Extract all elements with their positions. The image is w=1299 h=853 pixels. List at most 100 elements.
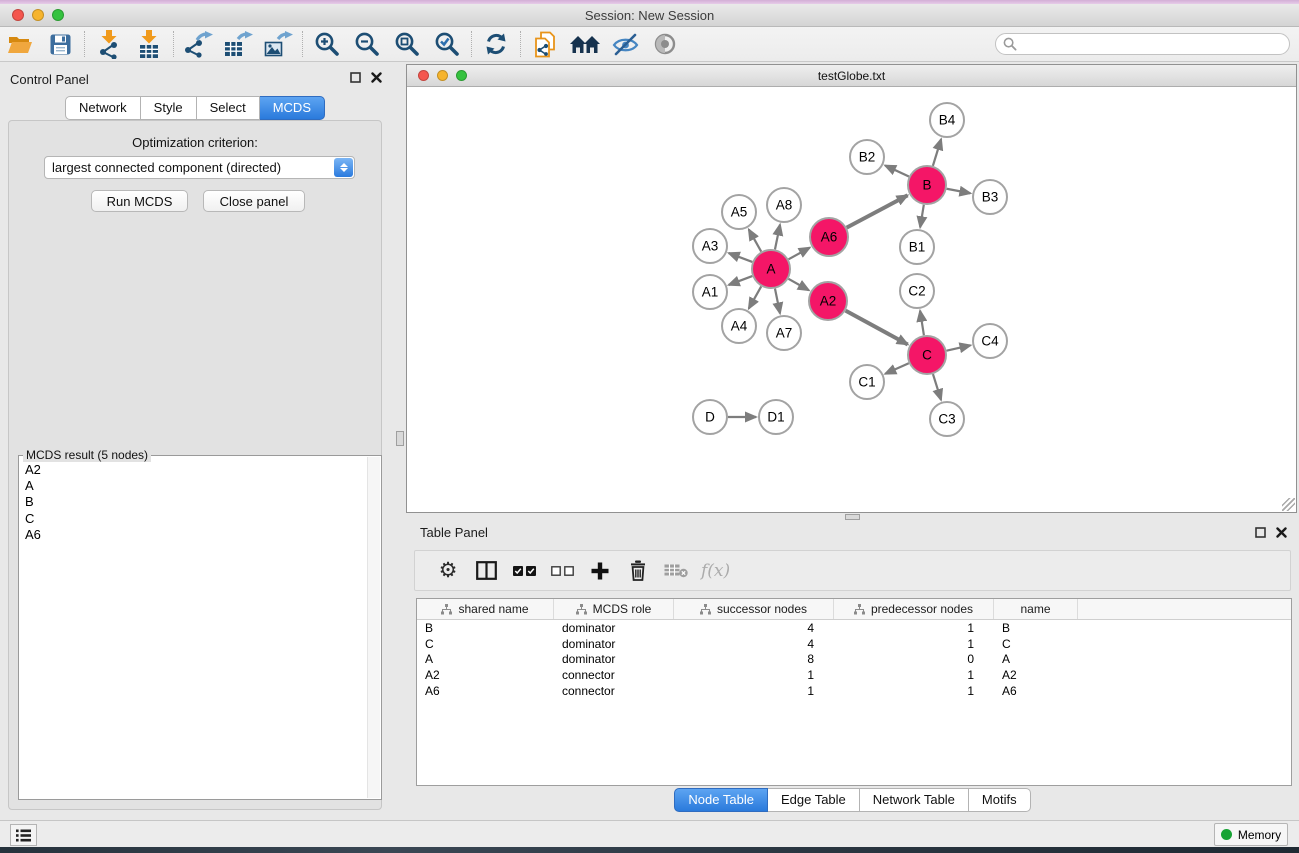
table-cell: connector bbox=[554, 683, 674, 699]
graph-node[interactable]: A4 bbox=[722, 309, 756, 343]
scrollbar-track[interactable] bbox=[367, 457, 380, 798]
graph-node[interactable]: C bbox=[908, 336, 946, 374]
graph-node[interactable]: B3 bbox=[973, 180, 1007, 214]
network-window-titlebar[interactable]: testGlobe.txt bbox=[407, 65, 1296, 87]
graph-node[interactable]: C1 bbox=[850, 365, 884, 399]
graph-node[interactable]: B1 bbox=[900, 230, 934, 264]
export-table-button[interactable] bbox=[218, 29, 258, 60]
tab-network[interactable]: Network bbox=[65, 96, 141, 120]
search-field[interactable] bbox=[995, 33, 1290, 55]
list-item[interactable]: B bbox=[25, 494, 366, 510]
deselect-all-button[interactable] bbox=[543, 554, 581, 588]
graph-node[interactable]: A bbox=[752, 250, 790, 288]
graph-node[interactable]: A1 bbox=[693, 275, 727, 309]
column-type-icon bbox=[854, 604, 865, 615]
graph-node[interactable]: A5 bbox=[722, 195, 756, 229]
close-panel-button[interactable]: Close panel bbox=[203, 190, 305, 212]
table-row[interactable]: Cdominator41C bbox=[417, 636, 1291, 652]
list-item[interactable]: A2 bbox=[25, 462, 366, 478]
tab-edge-table[interactable]: Edge Table bbox=[768, 788, 860, 812]
table-row[interactable]: A6connector11A6 bbox=[417, 683, 1291, 699]
zoom-fit-icon bbox=[394, 31, 420, 57]
run-mcds-button[interactable]: Run MCDS bbox=[91, 190, 188, 212]
column-header[interactable]: name bbox=[994, 599, 1078, 619]
import-network-button[interactable] bbox=[89, 29, 129, 60]
network-graph[interactable]: B4 B2 B B3 A5 A8 A6 B1 A3 A A1 C2 A2 A4 A7 C C4 C1 C3 D D1 bbox=[407, 87, 1296, 512]
export-network-button[interactable] bbox=[178, 29, 218, 60]
list-item[interactable]: A6 bbox=[25, 527, 366, 543]
select-all-button[interactable] bbox=[505, 554, 543, 588]
graph-node[interactable]: A6 bbox=[810, 218, 848, 256]
graph-node[interactable]: A8 bbox=[767, 188, 801, 222]
show-graphics-details-button[interactable] bbox=[645, 29, 685, 60]
tab-style[interactable]: Style bbox=[141, 96, 197, 120]
network-view-window[interactable]: testGlobe.txt B4 B2 B B3 A5 A8 A6 B1 A3 A A1 C2 A2 A4… bbox=[406, 64, 1297, 513]
column-visibility-button[interactable] bbox=[467, 554, 505, 588]
graph-node[interactable]: D1 bbox=[759, 400, 793, 434]
resize-grip-icon[interactable] bbox=[1282, 498, 1295, 511]
hide-graphics-details-button[interactable] bbox=[605, 29, 645, 60]
graph-node[interactable]: C4 bbox=[973, 324, 1007, 358]
tab-node-table[interactable]: Node Table bbox=[674, 788, 768, 812]
svg-text:C4: C4 bbox=[981, 334, 999, 349]
tab-network-table[interactable]: Network Table bbox=[860, 788, 969, 812]
graph-node[interactable]: C2 bbox=[900, 274, 934, 308]
tab-motifs[interactable]: Motifs bbox=[969, 788, 1031, 812]
main-titlebar[interactable]: Session: New Session bbox=[0, 4, 1299, 27]
table-cell: C bbox=[994, 636, 1078, 652]
delete-column-button[interactable] bbox=[619, 554, 657, 588]
close-panel-icon[interactable] bbox=[1276, 527, 1287, 538]
graph-node[interactable]: A7 bbox=[767, 316, 801, 350]
refresh-view-button[interactable] bbox=[476, 29, 516, 60]
close-panel-icon[interactable] bbox=[371, 72, 382, 83]
float-panel-icon[interactable] bbox=[1255, 527, 1266, 538]
new-network-from-selection-button[interactable] bbox=[525, 29, 565, 60]
open-session-button[interactable] bbox=[0, 29, 40, 60]
table-row[interactable]: Bdominator41B bbox=[417, 620, 1291, 636]
status-bar: Memory bbox=[0, 820, 1299, 847]
svg-text:A3: A3 bbox=[702, 239, 719, 254]
optimization-criterion-dropdown[interactable]: largest connected component (directed) bbox=[44, 156, 355, 179]
tab-select[interactable]: Select bbox=[197, 96, 260, 120]
tab-mcds[interactable]: MCDS bbox=[260, 96, 325, 120]
zoom-fit-button[interactable] bbox=[387, 29, 427, 60]
delete-table-button[interactable] bbox=[657, 554, 695, 588]
graph-node[interactable]: C3 bbox=[930, 402, 964, 436]
graph-node[interactable]: A3 bbox=[693, 229, 727, 263]
mcds-result-list[interactable]: A2 A B C A6 bbox=[20, 460, 366, 798]
save-icon bbox=[50, 34, 71, 55]
task-history-button[interactable] bbox=[10, 824, 37, 846]
add-column-button[interactable] bbox=[581, 554, 619, 588]
graph-node[interactable]: B4 bbox=[930, 103, 964, 137]
export-image-button[interactable] bbox=[258, 29, 298, 60]
graph-node[interactable]: A2 bbox=[809, 282, 847, 320]
zoom-in-icon bbox=[314, 31, 340, 57]
zoom-selected-button[interactable] bbox=[427, 29, 467, 60]
list-item[interactable]: A bbox=[25, 478, 366, 494]
search-input[interactable] bbox=[1017, 37, 1289, 51]
save-session-button[interactable] bbox=[40, 29, 80, 60]
column-header[interactable] bbox=[1078, 599, 1291, 619]
import-table-button[interactable] bbox=[129, 29, 169, 60]
table-header-row[interactable]: shared nameMCDS rolesuccessor nodesprede… bbox=[417, 599, 1291, 620]
column-header[interactable]: shared name bbox=[417, 599, 554, 619]
memory-button[interactable]: Memory bbox=[1214, 823, 1288, 846]
column-header[interactable]: predecessor nodes bbox=[834, 599, 994, 619]
vertical-split-handle[interactable] bbox=[396, 431, 404, 446]
list-item[interactable]: C bbox=[25, 511, 366, 527]
graph-node[interactable]: B2 bbox=[850, 140, 884, 174]
table-row[interactable]: Adominator80A bbox=[417, 652, 1291, 668]
column-header[interactable]: MCDS role bbox=[554, 599, 674, 619]
home-button[interactable] bbox=[565, 29, 605, 60]
graph-node[interactable]: B bbox=[908, 166, 946, 204]
zoom-in-button[interactable] bbox=[307, 29, 347, 60]
graph-node[interactable]: D bbox=[693, 400, 727, 434]
table-row[interactable]: A2connector11A2 bbox=[417, 667, 1291, 683]
zoom-out-button[interactable] bbox=[347, 29, 387, 60]
column-header[interactable]: successor nodes bbox=[674, 599, 834, 619]
function-builder-button[interactable]: f(x) bbox=[695, 554, 736, 588]
float-panel-icon[interactable] bbox=[350, 72, 361, 83]
table-cell: A bbox=[994, 652, 1078, 668]
network-canvas[interactable]: B4 B2 B B3 A5 A8 A6 B1 A3 A A1 C2 A2 A4 A7 C C4 C1 C3 D D1 bbox=[407, 87, 1296, 512]
table-settings-button[interactable]: ⚙ bbox=[429, 554, 467, 588]
